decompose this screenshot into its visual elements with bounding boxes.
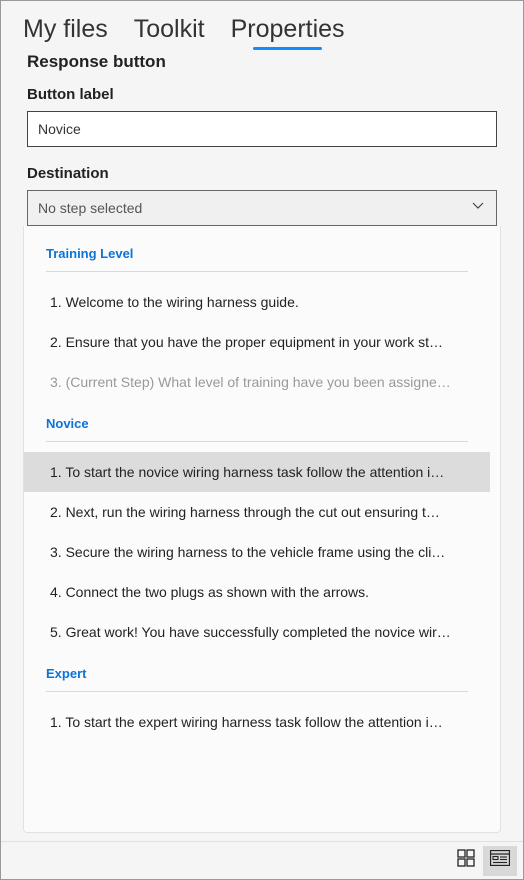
step-item[interactable]: 1. To start the novice wiring harness ta… <box>24 452 490 492</box>
button-label-input[interactable] <box>27 111 497 147</box>
step-group-header: Expert <box>24 660 490 687</box>
step-group-header: Novice <box>24 410 490 437</box>
step-item[interactable]: 4. Connect the two plugs as shown with t… <box>24 572 490 612</box>
destination-dropdown-list[interactable]: Training Level 1. Welcome to the wiring h… <box>24 240 492 818</box>
grid-view-button[interactable] <box>449 846 483 876</box>
destination-dropdown-panel: Training Level 1. Welcome to the wiring h… <box>23 226 501 833</box>
destination-select-value: No step selected <box>38 200 142 216</box>
button-label-field-label: Button label <box>27 86 497 111</box>
tab-toolkit[interactable]: Toolkit <box>134 15 205 44</box>
step-item[interactable]: 3. Secure the wiring harness to the vehi… <box>24 532 490 572</box>
form-view-button[interactable] <box>483 846 517 876</box>
divider <box>46 271 468 272</box>
step-item[interactable]: 1. To start the expert wiring harness ta… <box>24 702 490 742</box>
step-group-header: Training Level <box>24 240 490 267</box>
panel-title: Response button <box>1 50 523 86</box>
tab-properties[interactable]: Properties <box>231 15 345 44</box>
step-item[interactable]: 1. Welcome to the wiring harness guide. <box>24 282 490 322</box>
step-item[interactable]: 2. Next, run the wiring harness through … <box>24 492 490 532</box>
step-item: 3. (Current Step) What level of training… <box>24 362 490 402</box>
tab-bar: My files Toolkit Properties <box>1 1 523 50</box>
step-item[interactable]: 5. Great work! You have successfully com… <box>24 612 490 652</box>
button-label-field-group: Button label <box>1 86 523 165</box>
destination-field-label: Destination <box>27 165 497 190</box>
footer-bar <box>1 841 523 879</box>
divider <box>46 441 468 442</box>
grid-view-icon <box>457 849 475 872</box>
divider <box>46 691 468 692</box>
step-item[interactable]: 2. Ensure that you have the proper equip… <box>24 322 490 362</box>
destination-select[interactable]: No step selected <box>27 190 497 226</box>
form-view-icon <box>490 850 510 871</box>
tab-my-files[interactable]: My files <box>23 15 108 44</box>
destination-field-group: Destination No step selected <box>1 165 523 226</box>
